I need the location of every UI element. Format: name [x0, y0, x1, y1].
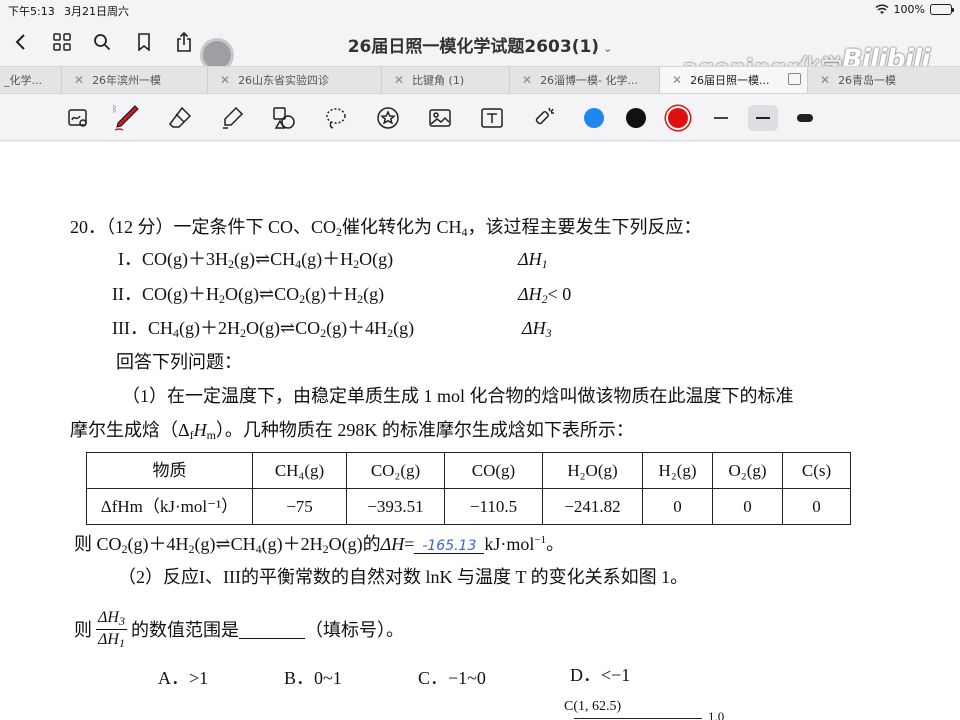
image-tool[interactable]: [424, 102, 456, 134]
table-cell: −110.5: [444, 488, 543, 525]
color-black-swatch[interactable]: [626, 108, 646, 128]
color-red-swatch[interactable]: [668, 108, 688, 128]
tab-4[interactable]: ✕ 26淄博一模- 化学...: [510, 67, 660, 93]
table-row-label: ΔfHm（kJ·mol⁻¹）: [86, 488, 253, 525]
reaction-2: II．CO(g)＋H2O(g)⇌CO2(g)＋H2(g): [112, 284, 385, 306]
question-header: 20．（12 分）一定条件下 CO、CO2催化转化为 CH4，该过程主要发生下列…: [70, 217, 702, 239]
lasso-zoom-icon: [68, 109, 87, 127]
wifi-icon: [875, 4, 889, 14]
table-header-cell: H₂O(g): [542, 452, 643, 489]
graph-tick-label: 1.0: [708, 709, 725, 720]
battery-percent: 100%: [893, 3, 925, 16]
split-view-icon[interactable]: [788, 73, 801, 85]
question1-fill: 则 CO2(g)＋4H2(g)⇌CH4(g)＋2H2O(g)的ΔH= -165.1…: [74, 534, 565, 556]
option-a: A．>1: [158, 668, 209, 688]
close-icon[interactable]: ✕: [220, 73, 230, 87]
table-cell: 0: [712, 488, 783, 525]
color-blue-swatch[interactable]: [584, 108, 604, 128]
highlighter-tool[interactable]: [216, 102, 248, 134]
close-icon[interactable]: ✕: [522, 73, 532, 87]
handwritten-answer: -165.13: [422, 538, 477, 554]
image-icon: [429, 109, 451, 127]
table-header-cell: O₂(g): [712, 452, 783, 489]
table-header-cell: CO₂(g): [346, 452, 445, 489]
tab-5-active[interactable]: ✕ 26届日照一模...: [660, 67, 808, 93]
reaction-2-dh: ΔH2< 0: [518, 284, 572, 306]
stroke-medium-option[interactable]: [748, 105, 778, 131]
reaction-1: I．CO(g)＋3H2(g)⇌CH4(g)＋H2O(g): [118, 249, 394, 271]
reaction-1-dh: ΔH1: [518, 249, 548, 271]
zoom-lasso-tool[interactable]: [62, 102, 94, 134]
tab-0[interactable]: _化学...: [0, 67, 62, 93]
svg-text:ᛒ: ᛒ: [112, 104, 117, 115]
chevron-down-icon: ⌄: [603, 42, 613, 55]
highlighter-icon: [223, 106, 244, 129]
laser-icon: [535, 107, 554, 125]
tab-bar: _化学... ✕ 26年滨州一模 ✕ 26山东省实验四诊 ✕ 比键角 (1) ✕ 26淄…: [0, 66, 960, 94]
answer-intro: 回答下列问题：: [116, 352, 242, 372]
answer-blank-1[interactable]: -165.13: [414, 535, 485, 554]
table-header-cell: 物质: [86, 452, 253, 489]
close-icon[interactable]: ✕: [394, 73, 404, 87]
ratio-fraction: ΔH3 ΔH1: [96, 609, 127, 650]
document-page[interactable]: 20．（12 分）一定条件下 CO、CO2催化转化为 CH4，该过程主要发生下列…: [0, 142, 960, 720]
pen-icon: ᛒ: [112, 104, 139, 131]
table-row: ΔfHm（kJ·mol⁻¹） −75 −393.51 −110.5 −241.8…: [86, 488, 851, 525]
table-header-cell: H₂(g): [642, 452, 713, 489]
option-d: D．<−1: [570, 665, 631, 685]
sticker-icon: [377, 107, 399, 129]
text-tool[interactable]: [476, 102, 508, 134]
tab-2[interactable]: ✕ 26山东省实验四诊: [208, 67, 382, 93]
enthalpy-table: 物质 CH₄(g) CO₂(g) CO(g) H₂O(g) H₂(g) O₂(g…: [86, 452, 851, 525]
battery-icon: [930, 4, 954, 15]
status-bar: 下午5:13 3月21日周六 100%: [0, 0, 960, 20]
shapes-icon: [273, 107, 295, 129]
shapes-tool[interactable]: [268, 102, 300, 134]
table-cell: −241.82: [542, 488, 643, 525]
status-right: 100%: [875, 3, 954, 16]
status-date: 3月21日周六: [64, 5, 129, 18]
lasso-tool[interactable]: [320, 102, 352, 134]
table-header-cell: C(s): [782, 452, 851, 489]
nav-bar: 26届日照一模化学试题2603(1)⌄ ageningr化学 Bilibili: [0, 20, 960, 81]
reaction-3-dh: ΔH3: [522, 318, 552, 340]
close-icon[interactable]: ✕: [820, 73, 830, 87]
pen-tool[interactable]: ᛒ: [110, 102, 142, 134]
part1-line2: 摩尔生成焓（ΔfHm）。几种物质在 298K 的标准摩尔生成焓如下表所示：: [70, 420, 634, 442]
table-header-cell: CH₄(g): [252, 452, 347, 489]
table-cell: 0: [782, 488, 851, 525]
eraser-tool[interactable]: [164, 102, 196, 134]
table-cell: 0: [642, 488, 713, 525]
tab-3[interactable]: ✕ 比键角 (1): [382, 67, 510, 93]
answer-blank-2[interactable]: [238, 620, 305, 639]
graph-line: [574, 718, 702, 719]
annotation-toolbar: ᛒ: [0, 95, 960, 141]
graph-point-label: C(1, 62.5): [564, 699, 622, 714]
tab-6[interactable]: ✕ 26青岛一模: [808, 67, 960, 93]
part1-line1: （1）在一定温度下，由稳定单质生成 1 mol 化合物的焓叫做该物质在此温度下的…: [122, 386, 794, 406]
laser-tool[interactable]: [528, 102, 560, 134]
reaction-3: III．CH4(g)＋2H2O(g)⇌CO2(g)＋4H2(g): [112, 318, 415, 340]
part2-ask: 则 ΔH3 ΔH1 的数值范围是 （填标号）。: [74, 609, 404, 650]
table-header-cell: CO(g): [444, 452, 543, 489]
stroke-thin-option[interactable]: [706, 105, 736, 131]
sticker-tool[interactable]: [372, 102, 404, 134]
table-header-row: 物质 CH₄(g) CO₂(g) CO(g) H₂O(g) H₂(g) O₂(g…: [86, 452, 851, 489]
table-cell: −393.51: [346, 488, 445, 525]
stroke-thick-option[interactable]: [790, 105, 820, 131]
option-b: B．0~1: [284, 668, 342, 688]
tab-1[interactable]: ✕ 26年滨州一模: [62, 67, 208, 93]
table-cell: −75: [252, 488, 347, 525]
part2-line: （2）反应I、III的平衡常数的自然对数 lnK 与温度 T 的变化关系如图 1…: [118, 567, 689, 587]
status-time: 下午5:13: [8, 5, 55, 18]
close-icon[interactable]: ✕: [74, 73, 84, 87]
lasso-icon: [326, 108, 346, 129]
close-icon[interactable]: ✕: [672, 73, 682, 87]
text-icon: [481, 108, 503, 128]
eraser-icon: [169, 106, 192, 128]
option-c: C．−1~0: [418, 668, 486, 688]
